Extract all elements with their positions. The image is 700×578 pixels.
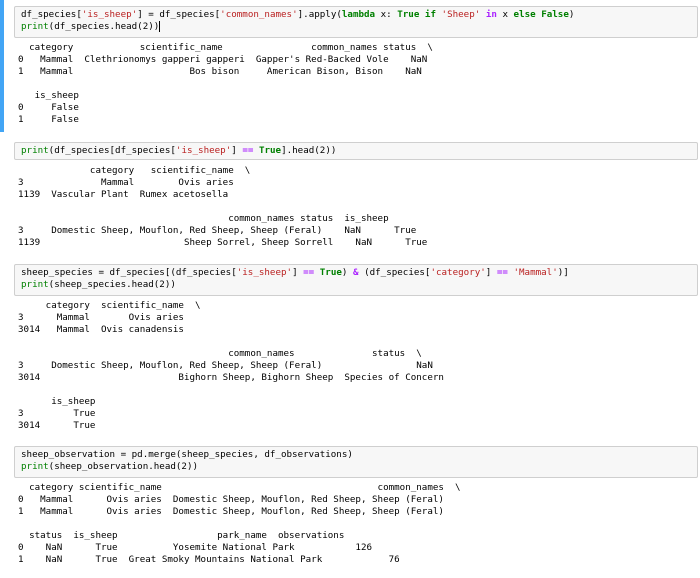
cell-1-input[interactable]: df_species['is_sheep'] = df_species['com…: [14, 6, 698, 38]
code-token: 'Mammal': [513, 267, 558, 278]
code-token: ==: [496, 267, 508, 278]
code-token: sheep_species = df_species[(df_species[: [21, 267, 237, 278]
code-line: df_species['is_sheep'] = df_species['com…: [21, 9, 691, 21]
code-token: print: [21, 145, 49, 156]
cell-4-output: category scientific_name common_names \ …: [18, 482, 461, 565]
code-cell-2[interactable]: print(df_species[df_species['is_sheep'] …: [0, 140, 700, 254]
code-token: print: [21, 461, 49, 472]
code-token: 'is_sheep': [175, 145, 232, 156]
notebook: df_species['is_sheep'] = df_species['com…: [0, 0, 700, 578]
cell-4-input[interactable]: sheep_observation = pd.merge(sheep_speci…: [14, 446, 698, 478]
code-token: ): [341, 267, 353, 278]
text-cursor: [159, 21, 161, 32]
code-token: (df_species[: [358, 267, 431, 278]
code-token: ] = df_species[: [137, 9, 221, 20]
code-token: lambda: [341, 9, 376, 20]
code-token: in: [485, 9, 497, 20]
cell-2-input[interactable]: print(df_species[df_species['is_sheep'] …: [14, 142, 698, 160]
code-token: else: [513, 9, 536, 20]
code-cell-4[interactable]: sheep_observation = pd.merge(sheep_speci…: [0, 444, 700, 578]
code-token: ]: [485, 267, 497, 278]
code-token: sheep_observation = pd.merge(sheep_speci…: [21, 449, 353, 460]
code-token: if: [424, 9, 436, 20]
code-token: df_species[: [21, 9, 82, 20]
code-token: 'Sheep': [441, 9, 481, 20]
code-token: 'category': [430, 267, 486, 278]
code-token: True: [397, 9, 420, 20]
code-token: 'common_names': [220, 9, 298, 20]
code-token: ==: [242, 145, 254, 156]
code-token: True: [319, 267, 342, 278]
code-token: (df_species.head(2)): [48, 21, 160, 32]
code-line: print(sheep_species.head(2)): [21, 279, 691, 291]
code-token: (sheep_species.head(2)): [48, 279, 176, 290]
code-line: sheep_observation = pd.merge(sheep_speci…: [21, 449, 691, 461]
code-token: )]: [557, 267, 569, 278]
code-token: 'is_sheep': [236, 267, 293, 278]
code-token: ): [568, 9, 575, 20]
code-token: True: [258, 145, 282, 156]
code-cell-3[interactable]: sheep_species = df_species[(df_species['…: [0, 262, 700, 440]
code-line: print(df_species[df_species['is_sheep'] …: [21, 145, 691, 157]
code-token: False: [541, 9, 569, 20]
code-token: ]: [231, 145, 243, 156]
code-token: (df_species[df_species[: [48, 145, 176, 156]
code-token: (sheep_observation.head(2)): [48, 461, 199, 472]
code-token: ].apply(: [297, 9, 342, 20]
cell-2-output: category scientific_name \ 3 Mammal Ovis…: [18, 165, 428, 248]
code-line: sheep_species = df_species[(df_species['…: [21, 267, 691, 279]
code-line: print(df_species.head(2)): [21, 21, 691, 33]
code-cell-1[interactable]: df_species['is_sheep'] = df_species['com…: [0, 0, 700, 132]
code-line: print(sheep_observation.head(2)): [21, 461, 691, 473]
cell-3-output: category scientific_name \ 3 Mammal Ovis…: [18, 300, 444, 431]
code-token: print: [21, 21, 49, 32]
code-token: 'is_sheep': [81, 9, 138, 20]
code-token: print: [21, 279, 49, 290]
code-token: ==: [303, 267, 315, 278]
cell-1-output: category scientific_name common_names st…: [18, 42, 433, 125]
code-token: ].head(2)): [281, 145, 337, 156]
cell-3-input[interactable]: sheep_species = df_species[(df_species['…: [14, 264, 698, 296]
code-token: x: [496, 9, 514, 20]
code-token: ]: [292, 267, 304, 278]
code-token: x:: [375, 9, 398, 20]
